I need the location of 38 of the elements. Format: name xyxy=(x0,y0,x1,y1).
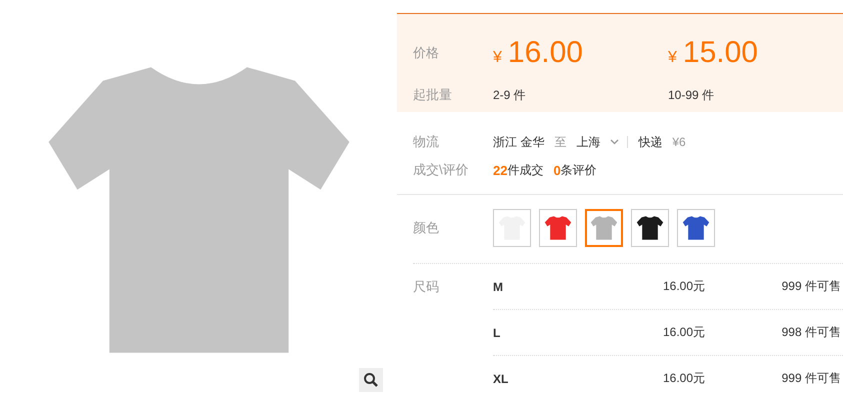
sold-count: 22 xyxy=(493,162,508,178)
size-price: 16.00元 xyxy=(662,278,705,295)
price-label: 价格 xyxy=(413,44,440,62)
size-price: 16.00元 xyxy=(662,370,705,387)
chevron-down-icon xyxy=(610,139,620,145)
size-price: 16.00元 xyxy=(662,324,705,341)
shipping-method: 快递 xyxy=(638,134,662,150)
to-text: 至 xyxy=(554,134,566,150)
currency-symbol: ¥ xyxy=(668,49,677,66)
color-swatch[interactable] xyxy=(539,209,577,247)
stock-text: 998 件可售 xyxy=(780,324,842,341)
size-name: XL xyxy=(493,372,510,386)
price-value: 16.00 xyxy=(508,36,583,69)
color-swatch[interactable] xyxy=(585,209,623,247)
size-label: 尺码 xyxy=(413,278,440,296)
shipping-fee: ¥6 xyxy=(672,135,686,149)
moq-label: 起批量 xyxy=(413,86,453,104)
color-swatch[interactable] xyxy=(677,209,715,247)
review-text: 条评价 xyxy=(560,162,597,178)
color-swatch[interactable] xyxy=(631,209,669,247)
zoom-button[interactable] xyxy=(359,368,383,392)
search-icon xyxy=(363,372,379,388)
quantity-range: 2-9 件 xyxy=(493,88,526,102)
size-name: M xyxy=(493,280,504,294)
currency-symbol: ¥ xyxy=(493,49,502,66)
stock-text: 999 件可售 xyxy=(780,370,842,387)
color-swatch[interactable] xyxy=(493,209,531,247)
origin-text: 浙江 金华 xyxy=(493,134,544,150)
price-value: 15.00 xyxy=(682,36,758,69)
color-label: 颜色 xyxy=(413,219,440,237)
size-name: L xyxy=(493,326,502,340)
sold-text: 件成交 xyxy=(507,162,544,178)
destination-dropdown[interactable]: 上海 xyxy=(576,134,600,150)
stock-text: 999 件可售 xyxy=(780,278,842,295)
quantity-range: 10-99 件 xyxy=(668,88,714,102)
review-count: 0 xyxy=(553,162,561,178)
deals-label: 成交\评价 xyxy=(413,161,470,179)
logistics-label: 物流 xyxy=(413,133,440,151)
